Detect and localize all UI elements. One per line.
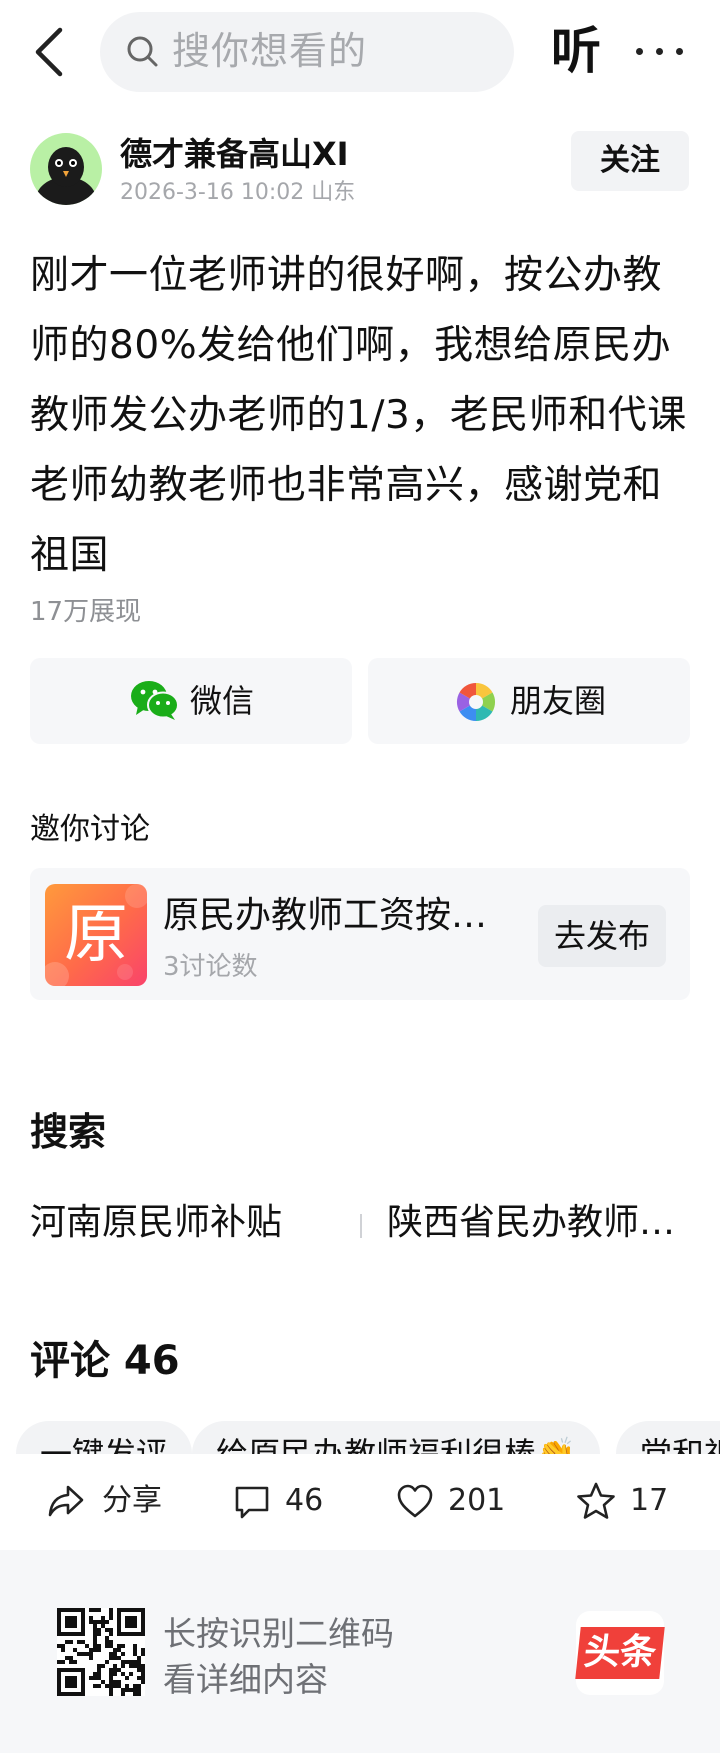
star-icon <box>577 1482 615 1519</box>
share-wechat-button[interactable]: 微信 <box>30 658 352 744</box>
quick-comment-chip[interactable]: 一键发评 <box>16 1421 193 1454</box>
search-suggestion[interactable]: 河南原民师补贴 <box>30 1200 330 1246</box>
topic-thumbnail-char: 原 <box>64 898 128 972</box>
back-button[interactable] <box>30 22 74 82</box>
share-moments-label: 朋友圈 <box>510 682 607 720</box>
like-action[interactable]: 201 <box>396 1455 506 1549</box>
suggestion-divider <box>360 1214 362 1238</box>
wechat-icon <box>131 681 179 720</box>
search-icon <box>125 34 161 70</box>
author-name[interactable]: 德才兼备高山XI <box>120 134 349 174</box>
comment-action[interactable]: 46 <box>233 1455 343 1549</box>
comment-count: 46 <box>285 1483 324 1518</box>
avatar[interactable] <box>30 133 102 205</box>
search-suggestion[interactable]: 陕西省民办教师… <box>387 1200 677 1246</box>
view-count: 17万展现 <box>30 597 142 627</box>
share-arrow-icon <box>48 1485 84 1517</box>
share-moments-button[interactable]: 朋友圈 <box>368 658 690 744</box>
post-body: 刚才一位老师讲的很好啊，按公办教师的80%发给他们啊，我想给原民办教师发公办老师… <box>30 253 687 578</box>
back-arrow-icon <box>35 27 63 77</box>
topic-title[interactable]: 原民办教师工资按… <box>163 893 493 939</box>
follow-button[interactable]: 关注 <box>571 131 689 191</box>
moments-aperture-icon <box>456 682 496 722</box>
share-action[interactable]: 分享 <box>46 1455 166 1549</box>
more-options-icon[interactable] <box>632 28 688 74</box>
comment-bubble-icon <box>235 1486 269 1519</box>
favorite-action[interactable]: 17 <box>576 1455 676 1549</box>
footer-instruction-line1: 长按识别二维码 <box>163 1614 394 1653</box>
topic-discussion-count: 3讨论数 <box>163 952 258 982</box>
invite-discussion-title: 邀你讨论 <box>30 812 150 847</box>
share-action-label: 分享 <box>102 1483 162 1518</box>
heart-icon <box>397 1484 433 1518</box>
comment-quick-chips: 一键发评 给原民办教师福利很棒👏 党和祖 <box>0 1418 720 1454</box>
post-timestamp-location: 2026-3-16 10:02 山东 <box>120 180 356 205</box>
toutiao-logo-text: 头条 <box>575 1627 665 1679</box>
qr-code-icon <box>57 1608 145 1696</box>
bird-avatar-icon <box>36 147 96 205</box>
toutiao-logo: 头条 <box>575 1611 665 1695</box>
action-bar: 分享 46 201 17 <box>0 1455 720 1549</box>
like-count: 201 <box>448 1483 506 1518</box>
publish-button[interactable]: 去发布 <box>538 905 666 967</box>
quick-comment-chip[interactable]: 给原民办教师福利很棒👏 <box>192 1421 600 1454</box>
search-section-title: 搜索 <box>30 1110 107 1154</box>
quick-comment-chip[interactable]: 党和祖 <box>616 1421 720 1454</box>
topic-thumbnail: 原 <box>45 884 147 986</box>
comments-title: 评论 46 <box>30 1338 180 1384</box>
favorite-count: 17 <box>630 1483 669 1518</box>
footer-instruction-line2: 看详细内容 <box>163 1660 328 1699</box>
listen-button[interactable]: 听 <box>551 20 601 82</box>
qr-code[interactable] <box>57 1608 145 1696</box>
search-placeholder[interactable]: 搜你想看的 <box>172 26 367 76</box>
share-wechat-label: 微信 <box>190 682 255 720</box>
